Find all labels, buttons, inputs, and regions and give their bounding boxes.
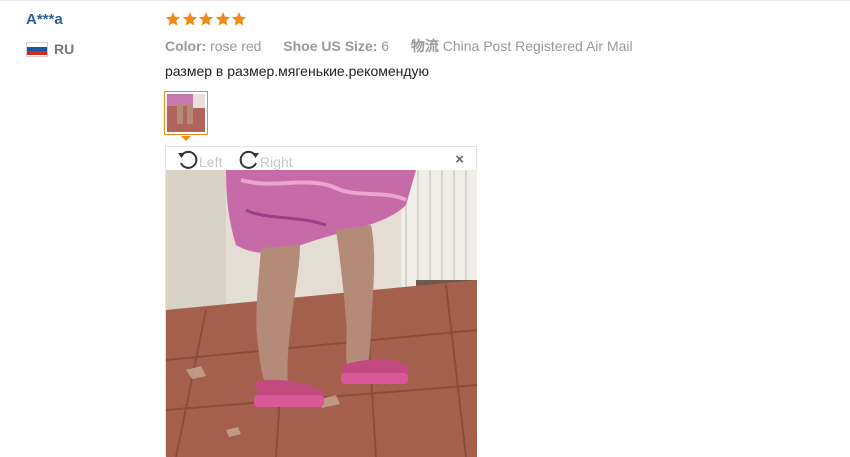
star-icon bbox=[198, 12, 214, 26]
star-rating bbox=[165, 11, 248, 27]
logistics-value: China Post Registered Air Mail bbox=[442, 38, 633, 54]
star-icon bbox=[231, 12, 247, 26]
thumbnail-image bbox=[167, 94, 205, 132]
color-value: rose red bbox=[210, 38, 262, 54]
reviewer-country: RU bbox=[26, 41, 74, 57]
logistics-label: 物流 bbox=[410, 38, 439, 54]
color-label: Color: bbox=[165, 38, 207, 54]
order-attributes: Color: rose red Shoe US Size: 6 物流 China… bbox=[165, 36, 633, 56]
review-photo bbox=[166, 170, 477, 457]
rotate-right-label: Right bbox=[260, 153, 293, 170]
size-label: Shoe US Size: bbox=[283, 38, 378, 54]
close-icon[interactable]: × bbox=[455, 151, 464, 168]
rotate-left-label: Left bbox=[199, 153, 223, 170]
country-code: RU bbox=[54, 41, 75, 57]
size-value: 6 bbox=[381, 38, 390, 54]
review-photo-thumbnail[interactable] bbox=[164, 91, 208, 135]
review-text: размер в размер.мягенькие.рекомендую bbox=[165, 63, 430, 79]
photo-viewer-toolbar: Left Right × bbox=[166, 147, 476, 170]
star-icon bbox=[215, 12, 230, 26]
star-icon bbox=[165, 12, 181, 26]
photo-viewer: Left Right × bbox=[165, 146, 477, 457]
russia-flag-icon bbox=[26, 41, 48, 57]
star-icon bbox=[182, 12, 197, 26]
reviewer-name[interactable]: A***a bbox=[26, 11, 63, 28]
thumbnail-caret bbox=[181, 136, 191, 141]
separator-line bbox=[0, 0, 850, 1]
